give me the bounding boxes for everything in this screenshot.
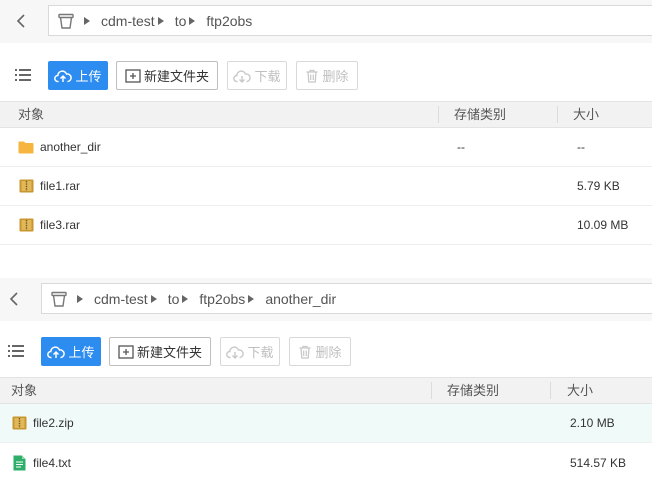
- object-name-cell: file1.rar: [19, 167, 80, 205]
- list-view-icon[interactable]: [7, 342, 25, 360]
- cloud-download-icon: [226, 345, 245, 359]
- archive-icon: [19, 179, 34, 193]
- object-name-link[interactable]: file3.rar: [40, 218, 80, 232]
- column-divider: [431, 382, 432, 399]
- table-row[interactable]: file2.zip 2.10 MB: [0, 404, 652, 443]
- new-folder-button-label: 新建文件夹: [136, 345, 202, 360]
- table-row[interactable]: file3.rar 10.09 MB: [0, 206, 652, 245]
- size-cell: 2.10 MB: [570, 416, 615, 430]
- object-name-link[interactable]: file1.rar: [40, 179, 80, 193]
- breadcrumb-item[interactable]: another_dir: [265, 291, 336, 307]
- table-header: 对象 存储类别 大小: [0, 101, 652, 128]
- new-folder-icon: [118, 344, 134, 359]
- new-folder-icon: [125, 68, 141, 83]
- caret-right-icon: [157, 16, 167, 26]
- object-name-cell: file2.zip: [12, 404, 74, 442]
- object-browser-panel-2: cdm-test to ftp2obs another_dir 上传 新建文件夹…: [0, 278, 652, 479]
- folder-icon: [18, 140, 34, 154]
- object-name-link[interactable]: file4.txt: [33, 456, 71, 470]
- table-header: 对象 存储类别 大小: [0, 377, 652, 404]
- delete-button-label: 删除: [322, 69, 349, 84]
- download-button[interactable]: 下载: [220, 337, 280, 366]
- toolbar: 上传 新建文件夹 下载 删除: [0, 55, 652, 99]
- table-row[interactable]: another_dir -- --: [0, 128, 652, 167]
- size-cell: 10.09 MB: [577, 218, 629, 232]
- path-bar: cdm-test to ftp2obs: [0, 0, 652, 43]
- back-button[interactable]: [13, 10, 29, 32]
- cloud-download-icon: [233, 69, 252, 83]
- caret-right-icon: [83, 16, 93, 26]
- column-divider: [557, 106, 558, 123]
- object-browser-panel-1: cdm-test to ftp2obs 上传 新建文件夹 下载 删除 对象 存储…: [0, 0, 652, 278]
- path-breadcrumb: cdm-test to ftp2obs: [48, 5, 652, 36]
- delete-button[interactable]: 删除: [289, 337, 351, 366]
- object-name-cell: another_dir: [18, 128, 101, 166]
- path-breadcrumb: cdm-test to ftp2obs another_dir: [41, 283, 652, 314]
- column-header-name[interactable]: 对象: [11, 378, 37, 403]
- toolbar: 上传 新建文件夹 下载 删除: [0, 331, 652, 375]
- caret-right-icon: [247, 294, 257, 304]
- bucket-icon: [50, 290, 68, 308]
- column-header-storage[interactable]: 存储类别: [447, 378, 499, 403]
- breadcrumb-item[interactable]: ftp2obs: [199, 291, 245, 307]
- column-divider: [438, 106, 439, 123]
- breadcrumb-item[interactable]: cdm-test: [101, 13, 155, 29]
- archive-icon: [19, 218, 34, 232]
- table-row[interactable]: file4.txt 514.57 KB: [0, 444, 652, 479]
- trash-icon: [305, 69, 319, 83]
- download-button-label: 下载: [254, 69, 281, 84]
- caret-right-icon: [150, 294, 160, 304]
- download-button-label: 下载: [247, 345, 274, 360]
- new-folder-button[interactable]: 新建文件夹: [109, 337, 211, 366]
- size-cell: 5.79 KB: [577, 179, 620, 193]
- column-header-size[interactable]: 大小: [573, 102, 599, 127]
- bucket-icon: [57, 12, 75, 30]
- breadcrumb-item[interactable]: ftp2obs: [206, 13, 252, 29]
- upload-button-label: 上传: [75, 69, 102, 84]
- table-row[interactable]: file1.rar 5.79 KB: [0, 167, 652, 206]
- delete-button[interactable]: 删除: [296, 61, 358, 90]
- trash-icon: [298, 345, 312, 359]
- text-file-icon: [12, 455, 27, 471]
- upload-button[interactable]: 上传: [41, 337, 101, 366]
- caret-right-icon: [181, 294, 191, 304]
- object-name-cell: file4.txt: [12, 444, 71, 479]
- storage-class-cell: --: [457, 140, 465, 154]
- breadcrumb-item[interactable]: to: [175, 13, 187, 29]
- size-cell: --: [577, 140, 585, 154]
- upload-button[interactable]: 上传: [48, 61, 108, 90]
- list-view-icon[interactable]: [14, 66, 32, 84]
- new-folder-button-label: 新建文件夹: [143, 69, 209, 84]
- column-divider: [550, 382, 551, 399]
- object-name-link[interactable]: another_dir: [40, 140, 101, 154]
- back-button[interactable]: [6, 288, 22, 310]
- upload-button-label: 上传: [68, 345, 95, 360]
- object-name-cell: file3.rar: [19, 206, 80, 244]
- column-header-storage[interactable]: 存储类别: [454, 102, 506, 127]
- chevron-left-icon: [9, 292, 18, 306]
- column-header-name[interactable]: 对象: [18, 102, 44, 127]
- caret-right-icon: [188, 16, 198, 26]
- caret-right-icon: [76, 294, 86, 304]
- breadcrumb-item[interactable]: cdm-test: [94, 291, 148, 307]
- chevron-left-icon: [16, 14, 25, 28]
- archive-icon: [12, 416, 27, 430]
- path-bar: cdm-test to ftp2obs another_dir: [0, 278, 652, 321]
- delete-button-label: 删除: [315, 345, 342, 360]
- cloud-upload-icon: [47, 345, 66, 359]
- cloud-upload-icon: [54, 69, 73, 83]
- object-name-link[interactable]: file2.zip: [33, 416, 74, 430]
- new-folder-button[interactable]: 新建文件夹: [116, 61, 218, 90]
- breadcrumb-item[interactable]: to: [168, 291, 180, 307]
- size-cell: 514.57 KB: [570, 456, 627, 470]
- column-header-size[interactable]: 大小: [567, 378, 593, 403]
- download-button[interactable]: 下载: [227, 61, 287, 90]
